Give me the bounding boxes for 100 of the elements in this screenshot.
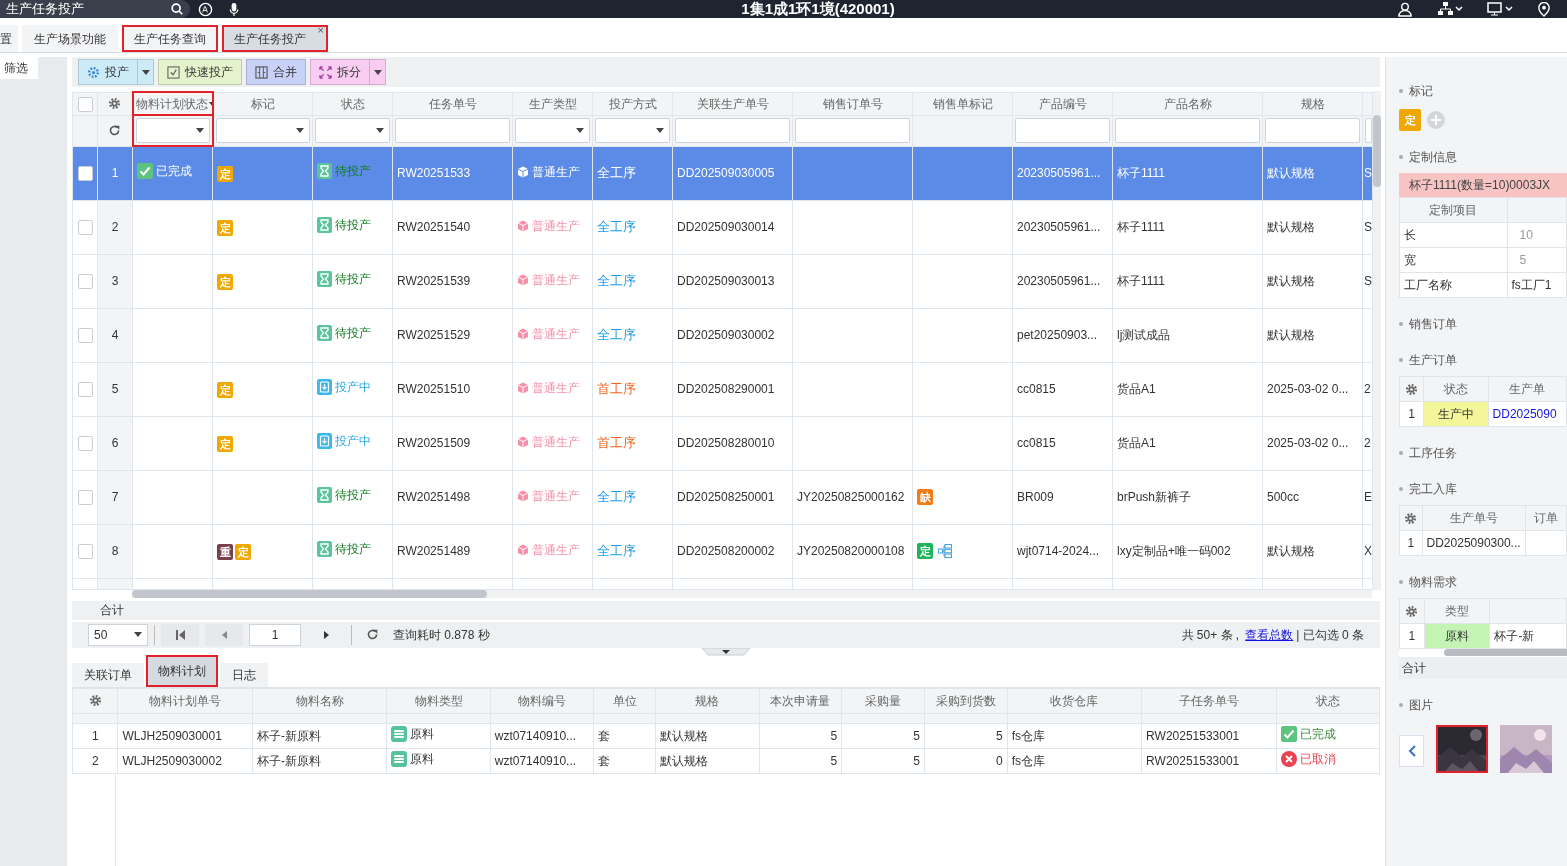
column-header[interactable]: 类型 (1424, 598, 1490, 624)
row-checkbox[interactable] (77, 436, 93, 452)
table-row[interactable]: 7 待投产 RW20251498 普通生产 全工序 DD202508250001 JY20250825000162 缺 BR009 brPush新裤子 500cc E (72, 470, 1373, 524)
toolbar-button[interactable]: 合并 (246, 59, 306, 85)
toolbar-button[interactable]: 快速投产 (158, 59, 242, 85)
page-size-select[interactable]: 50 (88, 623, 148, 646)
filter-input[interactable] (1365, 118, 1372, 143)
column-header[interactable]: 状态 (1423, 376, 1489, 402)
column-header[interactable]: 产品名称 (1112, 92, 1263, 115)
filter-label[interactable]: 筛选 (0, 57, 38, 79)
location-icon[interactable] (1537, 1, 1551, 17)
column-header[interactable]: 订单 (1525, 505, 1567, 531)
dropdown-toggle[interactable] (370, 59, 386, 85)
column-header[interactable]: 销售单标记 (912, 92, 1013, 115)
column-header[interactable]: 子任务单号 (1141, 688, 1277, 713)
column-header[interactable]: 采购到货数 (924, 688, 1008, 713)
table-cell: 20230505961... (1012, 254, 1113, 308)
collapse-handle-icon[interactable] (702, 647, 750, 656)
prev-page-button[interactable] (205, 623, 243, 646)
filter-select[interactable] (215, 118, 310, 143)
filter-select[interactable] (515, 118, 590, 143)
column-header[interactable]: 本次申请量 (759, 688, 842, 713)
network-menu-icon[interactable] (1437, 2, 1463, 16)
filter-input[interactable] (675, 118, 790, 143)
dropdown-toggle[interactable] (138, 59, 154, 85)
page-input[interactable]: 1 (249, 623, 301, 646)
microphone-icon[interactable] (229, 1, 239, 17)
detail-tab[interactable]: 关联订单 (72, 662, 144, 687)
column-header[interactable]: 销售订单号 (792, 92, 913, 115)
column-header[interactable]: 关联生产单号 (672, 92, 793, 115)
filter-select[interactable] (135, 118, 210, 143)
table-row[interactable]: 5 定 投产中 RW20251510 普通生产 首工序 DD202508290001 cc0815 货品A1 2025-03-02 0... 2 (72, 362, 1373, 416)
table-row[interactable]: 3 定 待投产 RW20251539 普通生产 全工序 DD202509030013 20230505961... 杯子1111 默认规格 S (72, 254, 1373, 308)
column-header[interactable]: 投产方式 (592, 92, 673, 115)
row-checkbox[interactable] (77, 328, 93, 344)
column-header[interactable]: 标记 (212, 92, 313, 115)
scrollbar[interactable] (1399, 649, 1567, 657)
ai-icon[interactable] (198, 1, 213, 17)
view-total-link[interactable]: 查看总数 (1245, 625, 1294, 644)
column-header[interactable]: 状态 (312, 92, 393, 115)
column-header[interactable]: 状态 (1276, 688, 1380, 713)
column-header[interactable]: 采购量 (841, 688, 925, 713)
toolbar-button[interactable]: 拆分 (310, 59, 370, 85)
user-icon[interactable] (1397, 1, 1413, 17)
column-header[interactable]: 单位 (593, 688, 656, 713)
filter-input[interactable] (395, 118, 510, 143)
scrollbar-thumb[interactable] (1373, 115, 1381, 187)
column-header[interactable]: 物料计划状态 (132, 92, 213, 115)
filter-select[interactable] (315, 118, 390, 143)
first-page-button[interactable] (161, 623, 199, 646)
column-header[interactable]: 产品编号 (1012, 92, 1113, 115)
column-header[interactable]: 物料计划单号 (118, 688, 253, 713)
status-label: 待投产 (335, 271, 371, 288)
column-header[interactable]: 收货仓库 (1007, 688, 1142, 713)
search-field[interactable]: 生产任务投产 (0, 0, 190, 18)
page-tab[interactable]: 置 (0, 25, 18, 52)
scrollbar-thumb[interactable] (1444, 649, 1567, 656)
column-header[interactable]: 物料类型 (386, 688, 491, 713)
table-row[interactable]: 1 已完成 定 待投产 RW20251533 普通生产 全工序 DD202509030005 20230505961... 杯子1111 默认规格 S (72, 146, 1373, 200)
filter-select[interactable] (595, 118, 670, 143)
filter-input[interactable] (1015, 118, 1110, 143)
filter-input[interactable] (1115, 118, 1260, 143)
detail-tab[interactable]: 日志 (220, 662, 268, 687)
refresh-icon[interactable] (366, 628, 379, 641)
row-checkbox[interactable] (77, 274, 93, 290)
caret-icon (195, 128, 204, 133)
toolbar-button[interactable]: 投产 (78, 59, 138, 85)
column-header[interactable]: 规格 (1262, 92, 1363, 115)
close-icon[interactable]: × (317, 25, 324, 36)
page-tab[interactable]: 生产场景功能 (22, 25, 118, 52)
refresh-icon[interactable] (108, 124, 122, 137)
search-icon[interactable] (170, 2, 184, 16)
order-link[interactable]: DD2025090 (1488, 401, 1567, 427)
page-tab[interactable]: 生产任务查询 (122, 25, 218, 52)
row-checkbox[interactable] (77, 166, 93, 182)
table-row[interactable]: 6 定 投产中 RW20251509 普通生产 首工序 DD202508280010 cc0815 货品A1 2025-03-02 0... 2 (72, 416, 1373, 470)
filter-input[interactable] (795, 118, 910, 143)
row-checkbox[interactable] (77, 220, 93, 236)
column-header[interactable]: 生产单 (1488, 376, 1567, 402)
column-header[interactable]: 生产类型 (512, 92, 593, 115)
column-header[interactable]: 任务单号 (392, 92, 513, 115)
column-header[interactable]: 物料编号 (490, 688, 594, 713)
table-row[interactable]: 2 定 待投产 RW20251540 普通生产 全工序 DD202509030014 20230505961... 杯子1111 默认规格 S (72, 200, 1373, 254)
page-tab[interactable]: 生产任务投产 × (222, 25, 328, 52)
detail-tab[interactable]: 物料计划 (146, 654, 218, 687)
row-checkbox[interactable] (77, 544, 93, 560)
column-header[interactable]: 生产单号 (1422, 505, 1526, 531)
add-icon[interactable] (1427, 111, 1445, 129)
previous-button[interactable] (1399, 735, 1424, 767)
column-header[interactable]: 规格 (655, 688, 760, 713)
column-header[interactable]: 物料名称 (252, 688, 387, 713)
table-row[interactable]: 8 重 定 待投产 RW20251489 普通生产 全工序 DD202508200002 JY20250820000108 定 wjt0714-2024... lxy定制品+唯一码002 默认规格 X (72, 524, 1373, 578)
select-all-checkbox[interactable] (77, 96, 93, 112)
table-row[interactable]: 4 待投产 RW20251529 普通生产 全工序 DD202509030002 pet20250903... lj测试成品 默认规格 (72, 308, 1373, 362)
monitor-menu-icon[interactable] (1487, 2, 1513, 16)
filter-input[interactable] (1265, 118, 1360, 143)
table-cell: RW20251533 (392, 146, 513, 200)
scrollbar-thumb[interactable] (132, 589, 487, 598)
row-checkbox[interactable] (77, 490, 93, 506)
row-checkbox[interactable] (77, 382, 93, 398)
